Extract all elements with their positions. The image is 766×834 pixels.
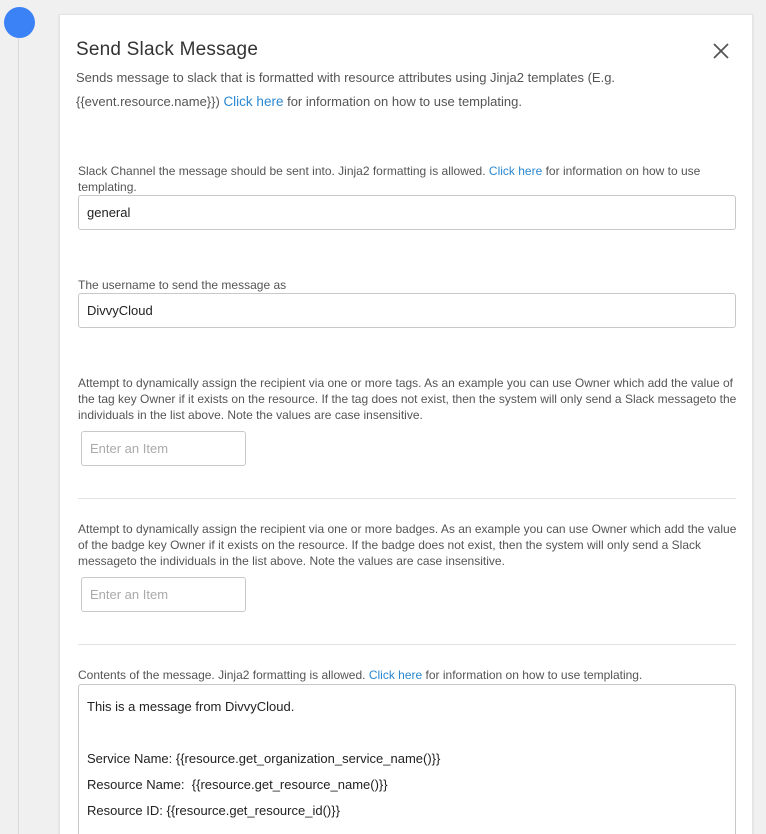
username-input[interactable] — [78, 293, 736, 328]
tags-input[interactable] — [81, 431, 246, 466]
badges-input[interactable] — [81, 577, 246, 612]
step-indicator — [4, 7, 35, 38]
message-line: This is a message from DivvyCloud. — [87, 699, 295, 714]
message-line: Resource ID: {{resource.get_resource_id(… — [87, 803, 340, 818]
message-help-link[interactable]: Click here — [369, 668, 422, 682]
dialog-title: Send Slack Message — [76, 39, 259, 60]
username-label: The username to send the message as — [78, 278, 287, 292]
message-line — [87, 721, 727, 747]
description-text-after: for information on how to use templating… — [283, 94, 522, 109]
section-divider — [78, 644, 736, 645]
channel-label: Slack Channel the message should be sent… — [78, 164, 701, 194]
templating-help-link[interactable]: Click here — [223, 94, 283, 109]
tags-label: Attempt to dynamically assign the recipi… — [78, 376, 737, 422]
channel-help-link[interactable]: Click here — [489, 164, 542, 178]
badges-label: Attempt to dynamically assign the recipi… — [78, 522, 737, 568]
section-divider — [78, 498, 736, 499]
channel-input[interactable] — [78, 195, 736, 230]
message-line: Service Name: {{resource.get_organizatio… — [87, 751, 441, 766]
send-slack-message-dialog: Send Slack Message Sends message to slac… — [59, 14, 753, 834]
close-icon — [713, 43, 729, 59]
close-button[interactable] — [711, 41, 731, 61]
dialog-description: Sends message to slack that is formatted… — [76, 66, 636, 114]
timeline-rail — [18, 38, 19, 834]
message-line: Resource Name: {{resource.get_resource_n… — [87, 777, 388, 792]
message-label: Contents of the message. Jinja2 formatti… — [78, 668, 643, 682]
message-textarea[interactable]: This is a message from DivvyCloud. Servi… — [78, 684, 736, 834]
